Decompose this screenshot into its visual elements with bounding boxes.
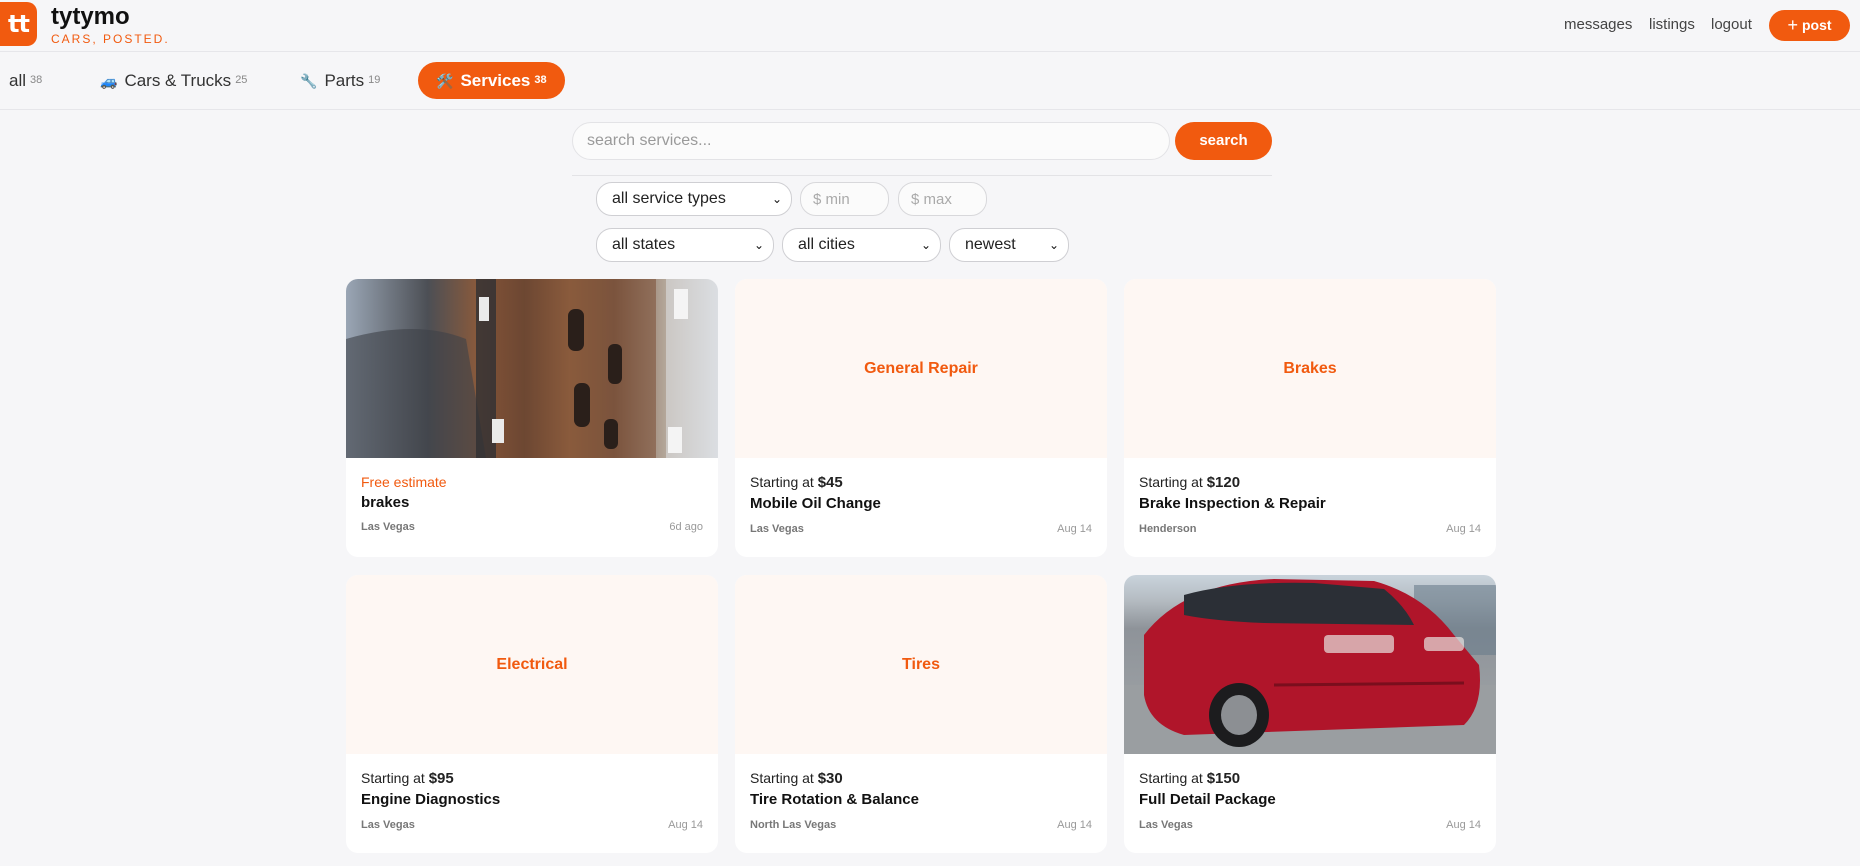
price-value: $95: [428, 770, 454, 787]
listing-location: Las Vegas: [361, 521, 415, 533]
listing-photo: [346, 279, 718, 458]
state-select[interactable]: all states ⌄: [596, 228, 774, 262]
post-button-label: post: [1801, 17, 1832, 33]
red-sedan-photo: [1124, 579, 1496, 754]
listing-card[interactable]: Electrical Starting at $95 Engine Diagno…: [346, 575, 718, 853]
listing-price: Starting at $120: [1139, 474, 1240, 491]
listing-card[interactable]: Tires Starting at $30 Tire Rotation & Ba…: [735, 575, 1107, 853]
listing-placeholder: Brakes: [1124, 279, 1496, 458]
listing-title[interactable]: Full Detail Package: [1139, 791, 1276, 808]
tab-services[interactable]: 🛠️ Services 38: [418, 62, 565, 99]
price-prefix: Starting at: [1139, 770, 1207, 786]
price-value: $120: [1206, 474, 1241, 491]
tab-parts[interactable]: 🔧 Parts 19: [300, 62, 380, 99]
post-button[interactable]: + post: [1769, 10, 1850, 41]
tab-label: Cars & Trucks: [124, 71, 232, 90]
listing-location: Las Vegas: [361, 819, 415, 831]
listing-title[interactable]: Brake Inspection & Repair: [1139, 495, 1326, 512]
tab-cars-trucks[interactable]: 🚙 Cars & Trucks 25: [100, 62, 247, 99]
tab-label: Services: [460, 71, 531, 90]
price-value: $30: [817, 770, 843, 787]
listing-card[interactable]: Brakes Starting at $120 Brake Inspection…: [1124, 279, 1496, 557]
listing-placeholder: General Repair: [735, 279, 1107, 458]
search-input[interactable]: [572, 122, 1170, 160]
city-value: all cities: [798, 236, 855, 253]
service-type-select[interactable]: all service types ⌄: [596, 182, 792, 216]
listing-card[interactable]: Starting at $150 Full Detail Package Las…: [1124, 575, 1496, 853]
listing-date: Aug 14: [1446, 523, 1481, 535]
logo[interactable]: tt: [0, 2, 37, 46]
listing-date: Aug 14: [1057, 819, 1092, 831]
listing-location: North Las Vegas: [750, 819, 837, 831]
chevron-down-icon: ⌄: [771, 192, 782, 206]
tab-count: 38: [534, 74, 547, 86]
price-value: $45: [817, 474, 843, 491]
service-type-value: all service types: [612, 190, 726, 207]
listing-free-estimate: Free estimate: [361, 474, 447, 490]
tools-icon: 🛠️: [436, 73, 454, 89]
plus-icon: +: [1787, 15, 1798, 35]
nav-logout-link[interactable]: logout: [1711, 16, 1752, 33]
price-prefix: Starting at: [1139, 474, 1207, 490]
listing-price: Starting at $95: [361, 770, 454, 787]
listing-price: Starting at $45: [750, 474, 843, 491]
search-button[interactable]: search: [1175, 122, 1272, 160]
tab-count: 19: [368, 74, 381, 86]
listing-location: Las Vegas: [1139, 819, 1193, 831]
listing-title[interactable]: Engine Diagnostics: [361, 791, 500, 808]
tab-all[interactable]: all 38: [9, 62, 42, 99]
price-prefix: Starting at: [750, 770, 818, 786]
listing-date: 6d ago: [669, 521, 703, 533]
max-price-input[interactable]: [898, 182, 987, 216]
tab-label: all: [9, 71, 27, 90]
city-select[interactable]: all cities ⌄: [782, 228, 941, 262]
sort-select[interactable]: newest ⌄: [949, 228, 1069, 262]
listing-date: Aug 14: [668, 819, 703, 831]
category-tabs: all 38 🚙 Cars & Trucks 25 🔧 Parts 19 🛠️ Servic…: [0, 52, 1860, 110]
listing-title[interactable]: brakes: [361, 494, 409, 511]
listing-card[interactable]: Free estimate brakes Las Vegas 6d ago: [346, 279, 718, 557]
brand-name[interactable]: tytymo: [51, 3, 130, 31]
listing-price: Starting at $150: [1139, 770, 1240, 787]
price-value: $150: [1206, 770, 1241, 787]
listing-title[interactable]: Tire Rotation & Balance: [750, 791, 919, 808]
brand-tagline: CARS, POSTED.: [51, 32, 170, 46]
state-value: all states: [612, 236, 676, 253]
listing-price: Starting at $30: [750, 770, 843, 787]
wrench-icon: 🔧: [300, 73, 318, 89]
listing-date: Aug 14: [1446, 819, 1481, 831]
top-header: tt tytymo CARS, POSTED. messages listing…: [0, 0, 1860, 52]
chevron-down-icon: ⌄: [753, 238, 764, 252]
tab-label: Parts: [324, 71, 365, 90]
price-prefix: Starting at: [750, 474, 818, 490]
listing-date: Aug 14: [1057, 523, 1092, 535]
listing-placeholder: Tires: [735, 575, 1107, 754]
min-price-input[interactable]: [800, 182, 889, 216]
listing-location: Las Vegas: [750, 523, 804, 535]
listing-title[interactable]: Mobile Oil Change: [750, 495, 881, 512]
brake-rotor-photo: [346, 279, 718, 458]
listing-photo: [1124, 575, 1496, 754]
chevron-down-icon: ⌄: [920, 238, 931, 252]
price-prefix: Starting at: [361, 770, 429, 786]
car-icon: 🚙: [100, 73, 118, 89]
listing-location: Henderson: [1139, 523, 1197, 535]
nav-messages-link[interactable]: messages: [1564, 16, 1632, 33]
sort-value: newest: [965, 236, 1016, 253]
divider: [572, 175, 1272, 176]
listing-placeholder: Electrical: [346, 575, 718, 754]
chevron-down-icon: ⌄: [1048, 238, 1059, 252]
listing-card[interactable]: General Repair Starting at $45 Mobile Oi…: [735, 279, 1107, 557]
tab-count: 38: [30, 74, 43, 86]
nav-listings-link[interactable]: listings: [1649, 16, 1695, 33]
tab-count: 25: [235, 74, 248, 86]
